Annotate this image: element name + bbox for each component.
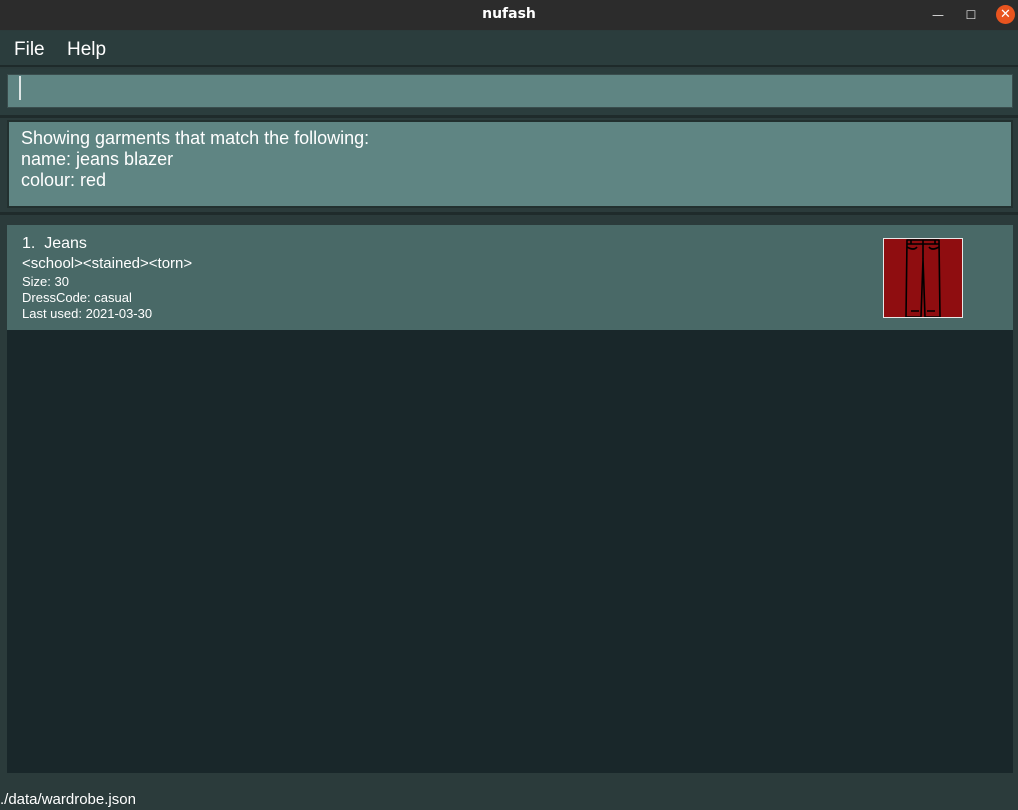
storage-path: ./data/wardrobe.json — [0, 791, 136, 808]
window-title: nufash — [482, 6, 536, 22]
command-box-panel — [0, 69, 1018, 115]
result-line: Showing garments that match the followin… — [21, 128, 370, 148]
jeans-icon — [905, 239, 941, 318]
close-button[interactable]: ✕ — [996, 5, 1015, 24]
garment-card[interactable]: 1. Jeans <school><stained><torn> Size: 3… — [7, 225, 1013, 330]
result-line: colour: red — [21, 170, 107, 190]
garment-name: Jeans — [44, 235, 87, 252]
status-bar: ./data/wardrobe.json — [0, 790, 1018, 810]
garment-list[interactable]: 1. Jeans <school><stained><torn> Size: 3… — [7, 225, 1013, 773]
menu-help[interactable]: Help — [67, 39, 106, 61]
result-display: Showing garments that match the followin… — [7, 120, 1013, 208]
garment-size: Size: 30 — [22, 274, 69, 289]
garment-name-row: 1. Jeans — [22, 235, 87, 253]
garment-index: 1. — [22, 235, 36, 252]
minimize-icon: — — [932, 8, 944, 22]
close-icon: ✕ — [1000, 7, 1011, 22]
divider — [0, 115, 1018, 118]
minimize-button[interactable]: — — [927, 4, 949, 26]
command-input[interactable] — [7, 74, 1013, 108]
garment-tags: <school><stained><torn> — [22, 255, 193, 272]
maximize-icon: ☐ — [965, 8, 977, 22]
menu-bar: File Help — [0, 31, 1018, 67]
garment-last-used: Last used: 2021-03-30 — [22, 306, 153, 321]
result-line: name: jeans blazer — [21, 149, 174, 169]
divider — [0, 212, 1018, 215]
menu-file[interactable]: File — [14, 39, 45, 61]
window-titlebar: nufash — ☐ ✕ — [0, 0, 1018, 30]
garment-dresscode: DressCode: casual — [22, 290, 132, 305]
text-caret — [19, 76, 21, 100]
garment-image — [883, 238, 963, 318]
maximize-button[interactable]: ☐ — [960, 4, 982, 26]
